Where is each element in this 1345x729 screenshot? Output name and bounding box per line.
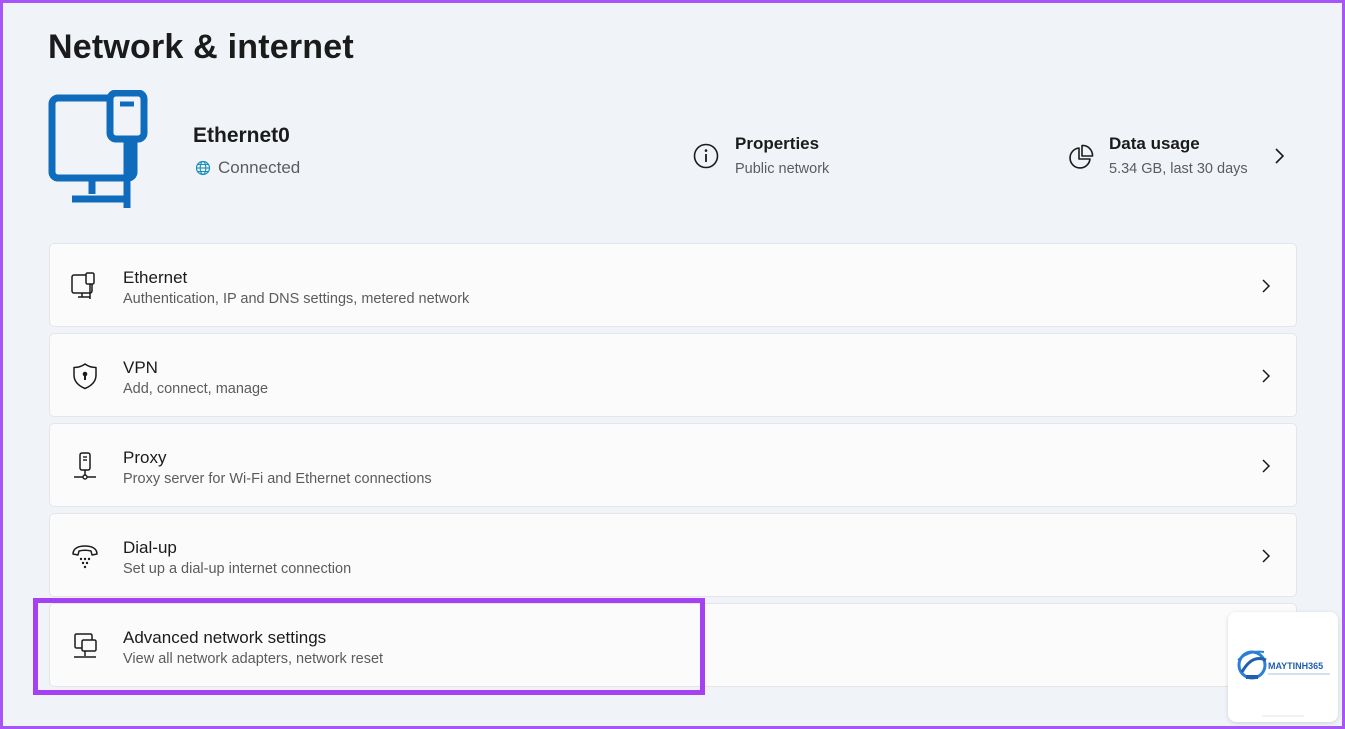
watermark-brand: MAYTINH365 bbox=[1268, 661, 1323, 671]
info-icon bbox=[693, 143, 719, 169]
card-subtitle: View all network adapters, network reset bbox=[123, 651, 384, 667]
pie-chart-icon bbox=[1069, 144, 1094, 169]
connection-status: Connected bbox=[195, 158, 300, 178]
properties-link[interactable]: Properties Public network bbox=[693, 132, 829, 182]
connection-name: Ethernet0 bbox=[193, 124, 290, 147]
card-title: VPN bbox=[123, 358, 158, 377]
connection-status-label: Connected bbox=[218, 158, 301, 177]
settings-card-dial-up[interactable]: Dial-up Set up a dial-up internet connec… bbox=[49, 513, 1297, 597]
ethernet-monitor-icon bbox=[48, 90, 148, 208]
data-usage-link[interactable]: Data usage 5.34 GB, last 30 days bbox=[1068, 132, 1248, 182]
chevron-right-icon bbox=[1262, 459, 1271, 473]
dial-up-phone-icon bbox=[72, 545, 98, 569]
settings-card-proxy[interactable]: Proxy Proxy server for Wi-Fi and Etherne… bbox=[49, 423, 1297, 507]
maytinh365-logo-icon: MAYTINH365 bbox=[1237, 650, 1330, 717]
properties-subtitle: Public network bbox=[735, 161, 830, 177]
card-subtitle: Proxy server for Wi-Fi and Ethernet conn… bbox=[123, 471, 432, 487]
card-title: Proxy bbox=[123, 448, 167, 467]
chevron-right-icon bbox=[1262, 279, 1271, 293]
data-usage-title: Data usage bbox=[1109, 134, 1200, 153]
card-title: Dial-up bbox=[123, 538, 177, 557]
card-subtitle: Authentication, IP and DNS settings, met… bbox=[123, 291, 470, 307]
globe-icon bbox=[195, 160, 211, 176]
network-adapter-icon bbox=[74, 633, 97, 658]
properties-title: Properties bbox=[735, 134, 820, 153]
chevron-right-icon bbox=[1262, 369, 1271, 383]
page-title: Network & internet bbox=[48, 28, 354, 66]
card-title: Advanced network settings bbox=[123, 628, 327, 647]
chevron-right-icon bbox=[1262, 549, 1271, 563]
chevron-right-icon[interactable] bbox=[1272, 146, 1286, 166]
settings-card-ethernet[interactable]: Ethernet Authentication, IP and DNS sett… bbox=[49, 243, 1297, 327]
card-subtitle: Set up a dial-up internet connection bbox=[123, 561, 352, 577]
proxy-server-icon bbox=[74, 452, 96, 480]
ethernet-icon bbox=[71, 272, 95, 299]
settings-card-advanced-network[interactable]: Advanced network settings View all netwo… bbox=[49, 603, 1297, 687]
card-subtitle: Add, connect, manage bbox=[123, 381, 269, 397]
settings-card-vpn[interactable]: VPN Add, connect, manage bbox=[49, 333, 1297, 417]
shield-icon bbox=[73, 363, 97, 390]
watermark-badge: MAYTINH365 bbox=[1228, 612, 1338, 722]
data-usage-subtitle: 5.34 GB, last 30 days bbox=[1109, 161, 1248, 177]
card-title: Ethernet bbox=[123, 268, 188, 287]
